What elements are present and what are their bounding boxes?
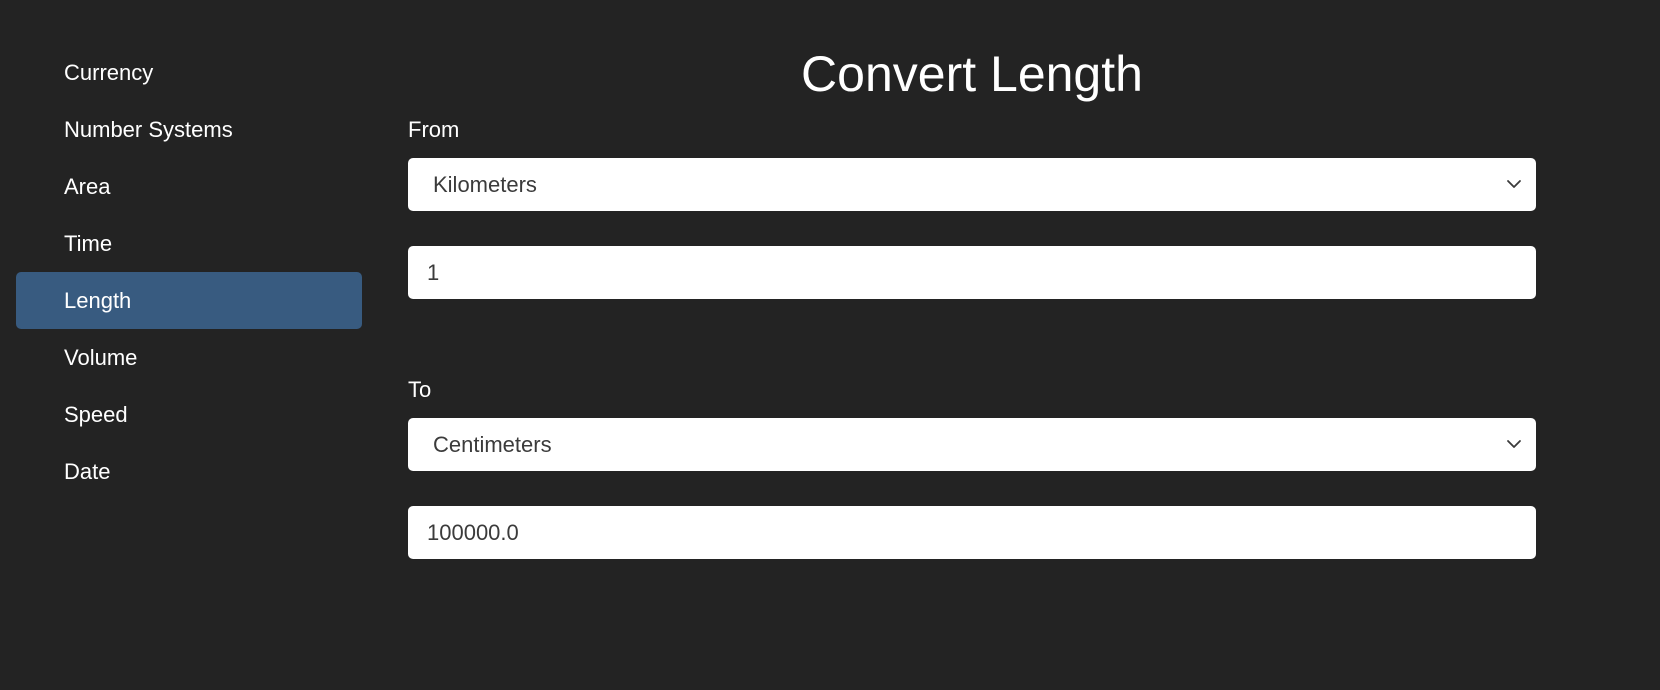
page-title: Convert Length [801,46,1143,102]
sidebar-item-volume[interactable]: Volume [16,329,362,386]
app-window: Currency Number Systems Area Time Length… [0,0,1660,690]
from-value-input[interactable] [408,246,1536,299]
to-label: To [408,377,432,402]
sidebar-item-currency[interactable]: Currency [16,44,362,101]
to-value-output[interactable] [408,506,1536,559]
chevron-down-icon [1507,440,1521,448]
sidebar-item-speed[interactable]: Speed [16,386,362,443]
sidebar-item-area[interactable]: Area [16,158,362,215]
sidebar-item-date[interactable]: Date [16,443,362,500]
chevron-down-icon [1507,180,1521,188]
to-unit-select[interactable]: Centimeters [408,418,1536,471]
to-unit-value: Centimeters [433,432,552,457]
sidebar-item-length[interactable]: Length [16,272,362,329]
sidebar-item-time[interactable]: Time [16,215,362,272]
sidebar: Currency Number Systems Area Time Length… [16,44,362,500]
from-unit-value: Kilometers [433,172,537,197]
from-label: From [408,117,460,142]
from-unit-select[interactable]: Kilometers [408,158,1536,211]
sidebar-item-number-systems[interactable]: Number Systems [16,101,362,158]
